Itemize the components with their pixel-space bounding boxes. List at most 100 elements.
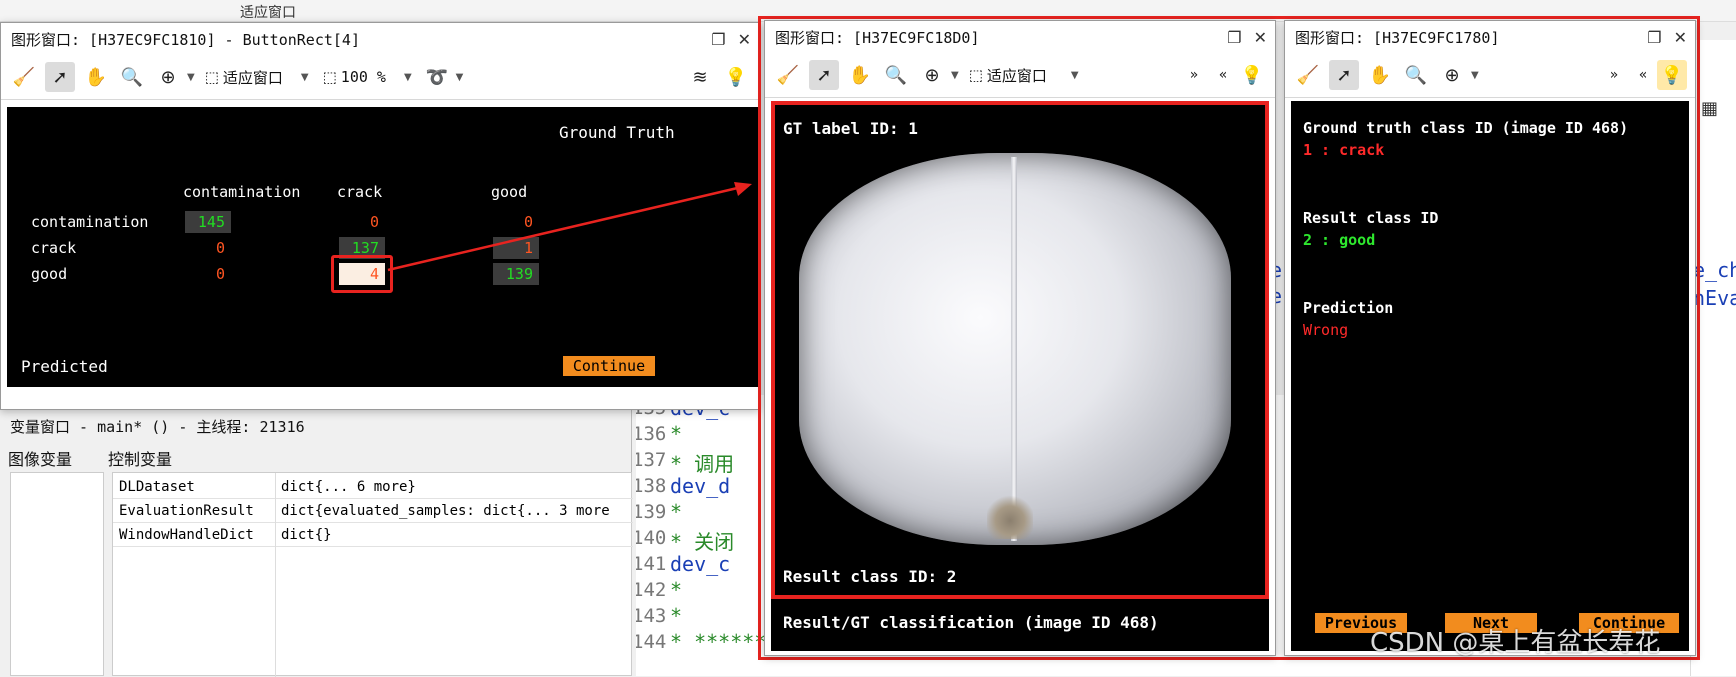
- continue-button[interactable]: Continue: [563, 356, 655, 376]
- collapse-icon[interactable]: «: [1215, 60, 1231, 90]
- restore-icon[interactable]: ❐: [711, 30, 725, 49]
- window-toolbar: 🧹 ➚ ✋ 🔍 ⊕ ▼ ⬚ 适应窗口 ▼ » « 💡: [765, 53, 1275, 98]
- line-number: 138: [636, 475, 667, 497]
- fit-window-dropdown[interactable]: ⬚ 适应窗口 ▼: [965, 60, 1083, 90]
- window-titlebar[interactable]: 图形窗口: [H37EC9FC1780] ❐ ✕: [1285, 21, 1695, 53]
- clear-brush-icon[interactable]: 🧹: [1293, 60, 1323, 90]
- save-icon[interactable]: ▦: [1701, 98, 1718, 119]
- var-row[interactable]: EvaluationResult dict{evaluated_samples:…: [113, 499, 633, 523]
- zoom-dropdown[interactable]: ⬚ 100 % ▼: [319, 62, 416, 92]
- matrix-cell: 0: [215, 265, 225, 283]
- pan-hand-icon[interactable]: ✋: [845, 60, 875, 90]
- window-title: 图形窗口: [H37EC9FC18D0]: [775, 28, 980, 47]
- magnifier-icon[interactable]: 🔍: [117, 62, 147, 92]
- line-number: 140: [636, 527, 667, 549]
- pan-hand-icon[interactable]: ✋: [1365, 60, 1395, 90]
- collapse-icon[interactable]: «: [1635, 60, 1651, 90]
- gt-value: 1 : crack: [1303, 141, 1385, 159]
- zoom-in-icon[interactable]: ⊕: [1437, 60, 1467, 90]
- fit-window-dropdown[interactable]: ⬚ 适应窗口 ▼: [201, 62, 313, 92]
- line-number: 142: [636, 579, 667, 601]
- var-row[interactable]: DLDataset dict{... 6 more}: [113, 475, 633, 499]
- chevron-down-icon[interactable]: ▼: [456, 72, 464, 83]
- graphics-window-image: 图形窗口: [H37EC9FC18D0] ❐ ✕ 🧹 ➚ ✋ 🔍 ⊕ ▼ ⬚ 适…: [764, 20, 1276, 656]
- window-title: 图形窗口: [H37EC9FC1810] - ButtonRect[4]: [11, 30, 360, 49]
- restore-icon[interactable]: ❐: [1647, 28, 1661, 47]
- line-text: dev_c: [670, 552, 731, 576]
- lightbulb-icon[interactable]: 💡: [1237, 60, 1267, 90]
- clear-brush-icon[interactable]: 🧹: [9, 62, 39, 92]
- window-titlebar[interactable]: 图形窗口: [H37EC9FC1810] - ButtonRect[4] ❐ ✕: [1, 23, 759, 55]
- zoom-in-icon[interactable]: ⊕: [917, 60, 947, 90]
- line-number: 139: [636, 501, 667, 523]
- pill-seam: [1011, 157, 1017, 541]
- line-number: 143: [636, 605, 667, 627]
- zoom-label: 100 %: [340, 68, 386, 86]
- chevron-down-icon: ▼: [1070, 69, 1079, 81]
- prediction-value: Wrong: [1303, 321, 1349, 339]
- ground-truth-label: Ground Truth: [559, 123, 675, 142]
- chevron-down-icon[interactable]: ▼: [187, 72, 195, 83]
- more-icon[interactable]: »: [1179, 60, 1209, 90]
- lightbulb-icon[interactable]: 💡: [721, 62, 751, 92]
- window-titlebar[interactable]: 图形窗口: [H37EC9FC18D0] ❐ ✕: [765, 21, 1275, 53]
- column-divider: [275, 473, 276, 677]
- var-value: dict{... 6 more}: [281, 479, 416, 495]
- zoom-in-icon[interactable]: ⊕: [153, 62, 183, 92]
- chevron-down-icon: ▼: [300, 71, 309, 83]
- var-name: DLDataset: [119, 479, 195, 495]
- matrix-col-header: contamination: [183, 183, 301, 201]
- chevron-down-icon: ▼: [403, 71, 412, 83]
- pill-image: [799, 153, 1231, 545]
- pointer-icon[interactable]: ➚: [1329, 60, 1359, 90]
- arrow-head: [734, 182, 752, 196]
- image-canvas: GT label ID: 1 Result class ID: 2 Result…: [771, 101, 1269, 651]
- top-toolbar-fit-fragment: 适应窗口: [240, 5, 296, 21]
- var-value: dict{}: [281, 527, 332, 543]
- lightbulb-icon[interactable]: 💡: [1657, 60, 1687, 90]
- variable-window-title: 变量窗口 - main* () - 主线程: 21316: [10, 418, 305, 436]
- close-icon[interactable]: ✕: [1254, 28, 1267, 47]
- tab-control-vars[interactable]: 控制变量: [108, 446, 172, 470]
- result-heading: Result class ID: [1303, 209, 1439, 227]
- matrix-row-header: good: [31, 265, 68, 283]
- close-icon[interactable]: ✕: [738, 30, 751, 49]
- var-name: EvaluationResult: [119, 503, 254, 519]
- chevron-down-icon[interactable]: ▼: [1471, 70, 1479, 81]
- line-number: 144: [636, 631, 667, 653]
- restore-icon[interactable]: ❐: [1227, 28, 1241, 47]
- window-toolbar: 🧹 ➚ ✋ 🔍 ⊕ ▼ ⬚ 适应窗口 ▼ ⬚ 100 % ▼ ➰ ▼ ≋ 💡: [1, 55, 759, 100]
- tab-image-vars[interactable]: 图像变量: [8, 446, 72, 470]
- window-title: 图形窗口: [H37EC9FC1780]: [1295, 28, 1500, 47]
- var-row[interactable]: WindowHandleDict dict{}: [113, 523, 633, 547]
- variable-window: 变量窗口 - main* () - 主线程: 21316 图像变量 控制变量 D…: [0, 410, 633, 677]
- chevron-down-icon[interactable]: ▼: [951, 70, 959, 81]
- pointer-icon[interactable]: ➚: [45, 62, 75, 92]
- matrix-cell: 0: [215, 239, 225, 257]
- result-class-text: Result class ID: 2: [783, 567, 957, 586]
- matrix-row-header: contamination: [31, 213, 149, 231]
- fit-window-label: 适应窗口: [986, 66, 1047, 85]
- window-toolbar: 🧹 ➚ ✋ 🔍 ⊕ ▼ » « 💡: [1285, 53, 1695, 98]
- pointer-icon[interactable]: ➚: [809, 60, 839, 90]
- gt-heading: Ground truth class ID (image ID 468): [1303, 119, 1629, 137]
- magnifier-icon[interactable]: 🔍: [1401, 60, 1431, 90]
- close-icon[interactable]: ✕: [1674, 28, 1687, 47]
- fit-window-icon: ⬚: [204, 68, 219, 86]
- matrix-row-header: crack: [31, 239, 77, 257]
- pan-hand-icon[interactable]: ✋: [81, 62, 111, 92]
- magnifier-icon[interactable]: 🔍: [881, 60, 911, 90]
- clear-brush-icon[interactable]: 🧹: [773, 60, 803, 90]
- line-text: *: [670, 422, 683, 446]
- line-number: 136: [636, 423, 667, 445]
- annotation-arrow: [387, 182, 752, 272]
- more-icon[interactable]: »: [1599, 60, 1629, 90]
- layers-icon[interactable]: ≋: [685, 62, 715, 92]
- predicted-label: Predicted: [21, 357, 108, 376]
- line-number: 137: [636, 449, 667, 471]
- matrix-col-header: crack: [337, 183, 383, 201]
- line-text: dev_d: [670, 474, 731, 498]
- prediction-heading: Prediction: [1303, 299, 1394, 317]
- var-name: WindowHandleDict: [119, 527, 254, 543]
- lasso-icon[interactable]: ➰: [422, 62, 452, 92]
